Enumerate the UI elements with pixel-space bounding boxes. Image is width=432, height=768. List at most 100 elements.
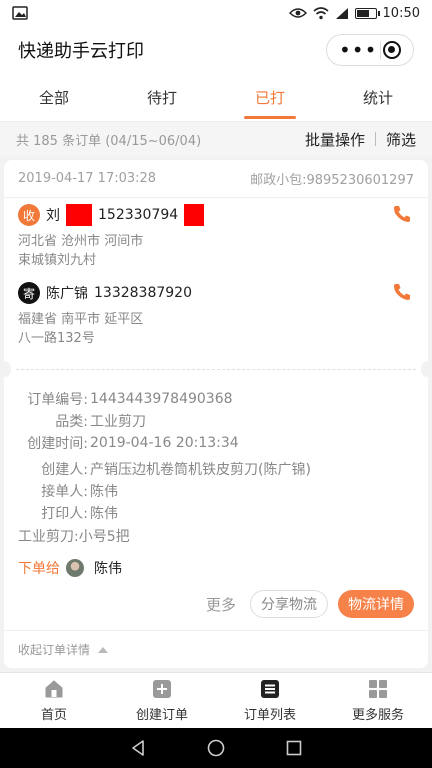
detail-label: 品类: — [55, 414, 88, 430]
divider — [374, 132, 376, 146]
detail-value: 产销压边机卷筒机铁皮剪刀(陈广锦) — [90, 462, 311, 478]
sender-badge: 寄 — [18, 282, 40, 304]
home-circle-icon[interactable] — [207, 739, 225, 757]
card-notch-left — [0, 361, 11, 377]
phone-icon[interactable] — [392, 282, 412, 302]
detail-taker: 接单人: 陈伟 — [18, 480, 416, 502]
sender-address-line1: 福建省 南平市 延平区 — [18, 312, 144, 327]
app-title: 快递助手云打印 — [18, 41, 144, 62]
order-count: 共 185 条订单 (04/15~06/04) — [16, 133, 202, 149]
nav-order-list[interactable]: 订单列表 — [216, 673, 324, 728]
status-left — [12, 6, 28, 20]
app-header: 快递助手云打印 ••• — [0, 26, 432, 74]
image-notification-icon — [12, 6, 28, 20]
sender-name-row: 寄 陈广锦 13328387920 — [18, 280, 416, 306]
detail-value: 陈伟 — [90, 506, 118, 522]
order-tabs: 全部 待打 已打 统计 — [0, 74, 432, 122]
batch-operation-button[interactable]: 批量操作 — [305, 129, 365, 150]
detail-value: 陈伟 — [90, 484, 118, 500]
nav-create-order[interactable]: 创建订单 — [108, 673, 216, 728]
receiver-address: 河北省 沧州市 河间市 束城镇刘九村 — [18, 232, 416, 270]
tab-statistics[interactable]: 统计 — [324, 74, 432, 121]
tracking-number: 邮政小包:9895230601297 — [250, 173, 414, 188]
receiver-address-line1: 河北省 沧州市 河间市 — [18, 234, 144, 249]
order-actions: 更多 分享物流 物流详情 — [206, 590, 414, 618]
status-right: 10:50 — [288, 5, 420, 21]
dashed-divider — [16, 369, 416, 370]
card-notch-right — [421, 361, 432, 377]
detail-order-no: 订单编号: 1443443978490368 — [18, 388, 416, 410]
detail-label: 订单编号: — [27, 392, 88, 408]
sender-address: 福建省 南平市 延平区 八一路132号 — [18, 310, 416, 348]
detail-created: 创建时间: 2019-04-16 20:13:34 — [18, 432, 416, 454]
detail-label: 创建时间: — [27, 436, 88, 452]
order-details: 订单编号: 1443443978490368 品类: 工业剪刀 创建时间: 20… — [18, 388, 416, 578]
order-datetime: 2019-04-17 17:03:28 — [18, 171, 157, 186]
receiver-badge: 收 — [18, 204, 40, 226]
detail-label: 接单人: — [41, 484, 88, 500]
nav-label: 创建订单 — [135, 708, 188, 723]
assignee-name: 陈伟 — [94, 561, 122, 577]
order-card-header: 2019-04-17 17:03:28 邮政小包:9895230601297 — [4, 160, 428, 198]
detail-printer: 打印人: 陈伟 — [18, 502, 416, 524]
nav-label: 订单列表 — [243, 708, 296, 723]
receiver-name-row: 收 刘 152330794 — [18, 202, 416, 228]
close-target-icon[interactable] — [382, 41, 401, 59]
tab-pending[interactable]: 待打 — [108, 74, 216, 121]
recents-icon[interactable] — [285, 739, 303, 757]
plus-square-icon — [153, 680, 171, 698]
system-nav-bar — [0, 728, 432, 768]
assign-to-label: 下单给 — [18, 561, 60, 577]
sender-phone: 13328387920 — [94, 285, 192, 301]
phone-icon[interactable] — [392, 204, 412, 224]
collapse-label: 收起订单详情 — [18, 643, 91, 657]
receiver-address-line2: 束城镇刘九村 — [18, 253, 97, 268]
detail-value: 2019-04-16 20:13:34 — [90, 435, 239, 451]
assigned-to-row: 下单给 陈伟 — [18, 558, 416, 578]
sender-block: 寄 陈广锦 13328387920 福建省 南平市 延平区 八一路132号 — [18, 280, 416, 348]
detail-creator: 创建人: 产销压边机卷筒机铁皮剪刀(陈广锦) — [18, 458, 416, 480]
avatar — [66, 559, 84, 577]
nav-label: 首页 — [40, 708, 67, 723]
redaction-box — [184, 204, 205, 226]
redaction-box — [66, 204, 92, 226]
order-card: 2019-04-17 17:03:28 邮政小包:9895230601297 收… — [0, 160, 432, 668]
sender-address-line2: 八一路132号 — [18, 331, 95, 346]
detail-value: 1443443978490368 — [90, 391, 233, 407]
receiver-name: 刘 — [46, 208, 60, 224]
sender-name: 陈广锦 — [46, 286, 88, 302]
bottom-nav: 首页 创建订单 订单列表 更多服务 — [0, 672, 432, 728]
detail-label: 创建人: — [41, 462, 88, 478]
summary-bar: 共 185 条订单 (04/15~06/04) 批量操作 筛选 — [0, 122, 432, 156]
list-icon — [261, 680, 279, 698]
back-icon[interactable] — [129, 739, 147, 757]
filter-button[interactable]: 筛选 — [386, 129, 416, 150]
more-button[interactable]: 更多 — [206, 594, 236, 615]
capsule-divider — [379, 41, 381, 59]
detail-value: 工业剪刀 — [90, 414, 146, 430]
grid-icon — [369, 680, 387, 698]
more-dots-icon[interactable]: ••• — [339, 40, 377, 60]
status-bar: 10:50 — [0, 0, 432, 26]
triangle-up-icon — [98, 646, 109, 653]
mini-program-capsule: ••• — [326, 34, 414, 66]
battery-icon — [354, 7, 380, 19]
tab-printed[interactable]: 已打 — [216, 74, 324, 121]
detail-category: 品类: 工业剪刀 — [18, 410, 416, 432]
share-logistics-button[interactable]: 分享物流 — [250, 590, 328, 618]
collapse-details-toggle[interactable]: 收起订单详情 — [4, 630, 428, 668]
wifi-icon — [313, 6, 329, 19]
eye-icon — [288, 8, 307, 18]
logistics-detail-button[interactable]: 物流详情 — [338, 590, 414, 618]
nav-label: 更多服务 — [351, 708, 404, 723]
receiver-phone: 152330794 — [98, 207, 179, 223]
detail-label: 打印人: — [41, 506, 88, 522]
nav-more-services[interactable]: 更多服务 — [324, 673, 432, 728]
nav-home[interactable]: 首页 — [0, 673, 108, 728]
signal-icon — [335, 7, 348, 19]
home-icon — [45, 680, 63, 698]
tab-all[interactable]: 全部 — [0, 74, 108, 121]
goods-text: 工业剪刀:小号5把 — [18, 529, 130, 545]
receiver-block: 收 刘 152330794 河北省 沧州市 河间市 束城镇刘九村 — [18, 202, 416, 270]
status-time: 10:50 — [382, 5, 420, 21]
